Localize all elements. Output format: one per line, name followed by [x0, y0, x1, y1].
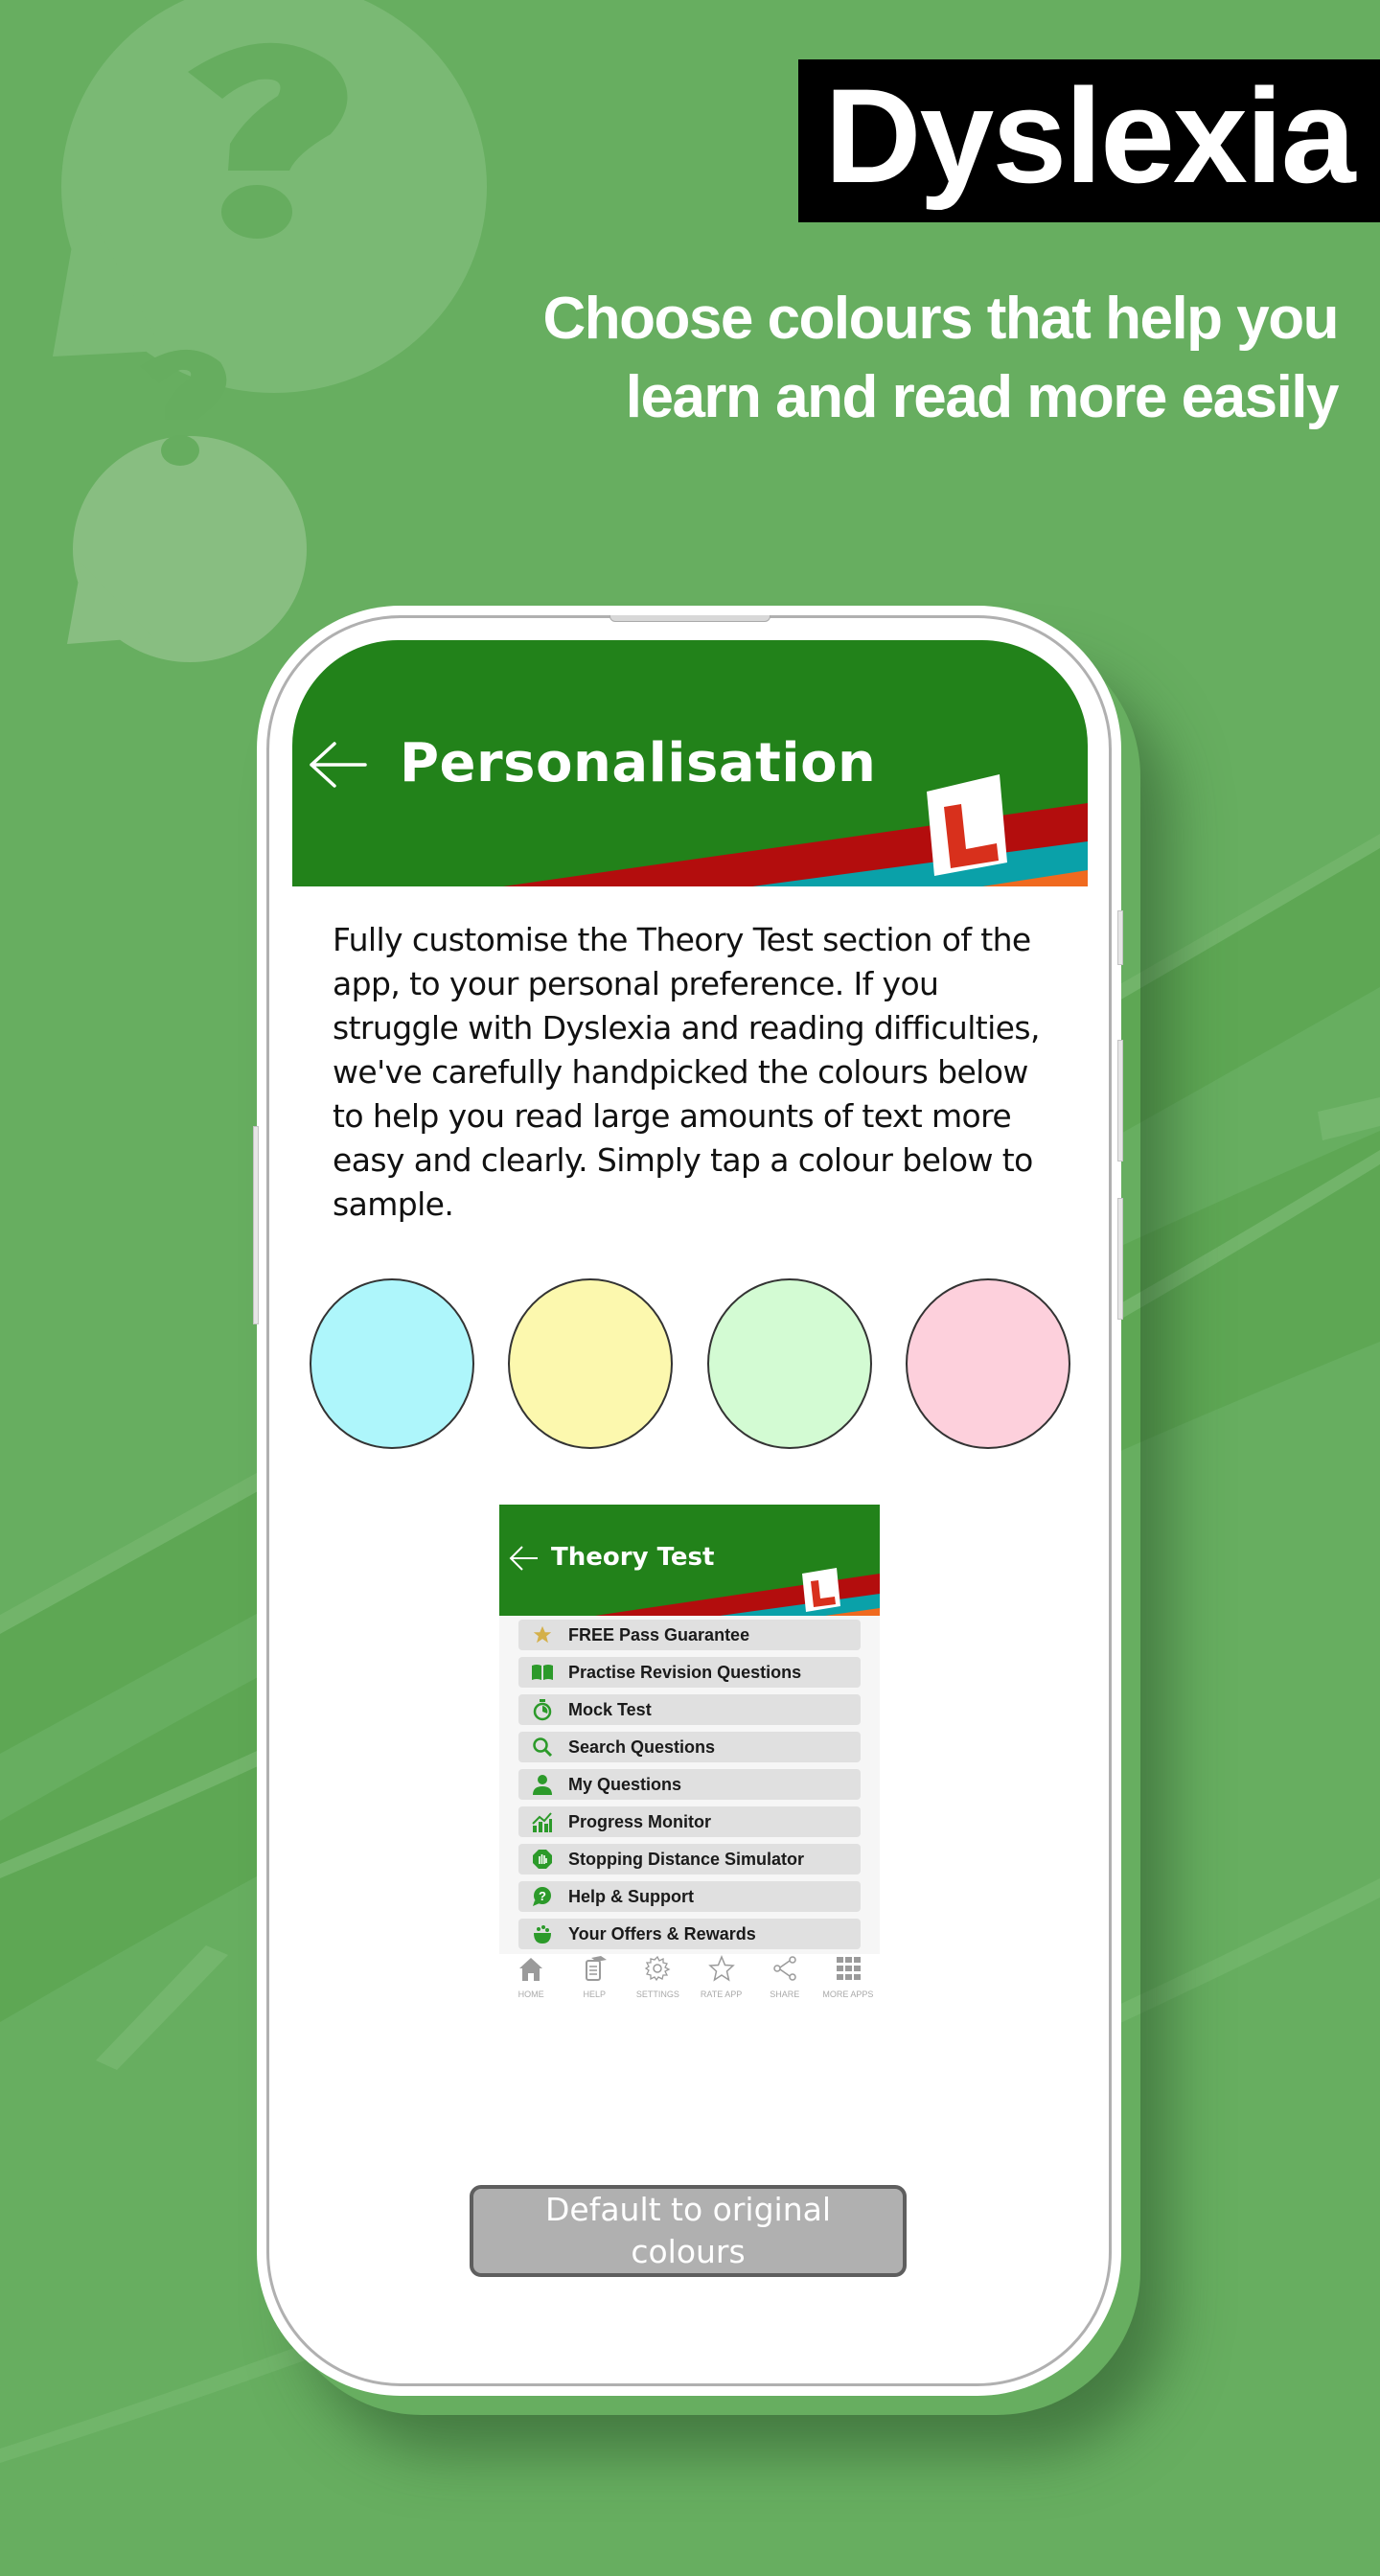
preview-tab-label: HELP — [583, 1990, 606, 1999]
swatch-blue[interactable] — [310, 1278, 474, 1449]
preview-tab-label: SHARE — [770, 1990, 800, 1999]
promo-subtitle-line-1: Choose colours that help you — [542, 286, 1339, 352]
l-plate-icon — [927, 774, 1007, 876]
stopwatch-icon — [528, 1698, 557, 1721]
preview-title: Theory Test — [551, 1543, 715, 1572]
preview-header: Theory Test — [499, 1505, 880, 1616]
preview-tab-settings[interactable]: SETTINGS — [626, 1954, 689, 2012]
app-header: Personalisation — [292, 640, 1088, 886]
swatch-pink[interactable] — [906, 1278, 1070, 1449]
help-bubble-icon: ? — [528, 1885, 557, 1908]
preview-menu-item-label: FREE Pass Guarantee — [568, 1624, 750, 1644]
preview-tab-label: HOME — [518, 1990, 544, 1999]
preview-menu-item[interactable]: Progress Monitor — [518, 1806, 861, 1837]
preview-menu-item[interactable]: Mock Test — [518, 1694, 861, 1725]
phone-side-button-right-1 — [1117, 910, 1123, 965]
preview-menu-item-label: My Questions — [568, 1774, 682, 1794]
preview-menu-item-label: Mock Test — [568, 1699, 652, 1719]
question-bubble-small-icon — [67, 349, 307, 662]
default-colours-button[interactable]: Default to original colours — [470, 2185, 907, 2277]
swatch-yellow[interactable] — [508, 1278, 673, 1449]
promo-title-box: Dyslexia — [798, 59, 1380, 222]
colour-swatches — [304, 1278, 1080, 1451]
home-icon — [517, 1954, 545, 1988]
preview-menu-item[interactable]: My Questions — [518, 1769, 861, 1800]
hand-stop-icon — [528, 1848, 557, 1871]
preview-menu-item-label: Your Offers & Rewards — [568, 1923, 756, 1944]
page-title: Personalisation — [400, 732, 877, 794]
preview-menu-item-label: Progress Monitor — [568, 1811, 712, 1831]
preview-tab-bar: HOME HELP SETTINGS RATE APP SHARE MORE APPS — [499, 1954, 880, 2012]
gear-icon — [643, 1954, 672, 1988]
search-icon — [528, 1736, 557, 1759]
preview-menu-item-label: Help & Support — [568, 1886, 694, 1906]
description-text: Fully customise the Theory Test section … — [333, 921, 1040, 1223]
user-icon — [528, 1773, 557, 1796]
preview-menu-item[interactable]: Stopping Distance Simulator — [518, 1844, 861, 1874]
promo-subtitle-line-2: learn and read more easily — [625, 364, 1340, 430]
preview-tab-share[interactable]: SHARE — [753, 1954, 816, 2012]
star-outline-icon — [707, 1954, 736, 1988]
preview-menu: FREE Pass Guarantee Practise Revision Que… — [499, 1616, 880, 1954]
preview-menu-item-label: Stopping Distance Simulator — [568, 1849, 805, 1869]
preview-menu-item[interactable]: Search Questions — [518, 1732, 861, 1762]
phone-side-button-right-2 — [1117, 1040, 1123, 1162]
preview-tab-label: SETTINGS — [635, 1990, 679, 1999]
help-doc-icon — [580, 1954, 609, 1988]
back-arrow-icon[interactable] — [306, 736, 369, 794]
pot-of-gold-icon — [528, 1922, 557, 1945]
preview-menu-item[interactable]: Practise Revision Questions — [518, 1657, 861, 1688]
book-icon — [528, 1661, 557, 1684]
preview-tab-home[interactable]: HOME — [499, 1954, 563, 2012]
preview-menu-item[interactable]: FREE Pass Guarantee — [518, 1620, 861, 1650]
app-screen: Personalisation Fully customise the Theo… — [292, 640, 1088, 2356]
svg-text:?: ? — [539, 1889, 546, 1903]
swatch-green[interactable] — [707, 1278, 872, 1449]
preview-menu-item[interactable]: ? Help & Support — [518, 1881, 861, 1912]
preview-menu-item-label: Practise Revision Questions — [568, 1662, 802, 1682]
theme-preview: Theory Test FREE Pass Guarantee Practise … — [499, 1505, 880, 2012]
phone-side-button-left — [253, 1126, 259, 1324]
preview-tab-label: RATE APP — [700, 1990, 743, 1999]
preview-menu-item-label: Search Questions — [568, 1736, 716, 1757]
share-icon — [770, 1954, 799, 1988]
chart-icon — [528, 1810, 557, 1833]
preview-tab-label: MORE APPS — [822, 1990, 874, 1999]
preview-tab-more-apps[interactable]: MORE APPS — [816, 1954, 880, 2012]
preview-tab-help[interactable]: HELP — [563, 1954, 626, 2012]
phone-speaker — [610, 615, 770, 622]
grid-icon — [834, 1954, 862, 1988]
star-icon — [528, 1623, 557, 1646]
promo-title: Dyslexia — [824, 60, 1355, 211]
preview-tab-rate-app[interactable]: RATE APP — [690, 1954, 753, 2012]
promo-subtitle: Choose colours that help you learn and r… — [399, 280, 1340, 437]
preview-menu-item[interactable]: Your Offers & Rewards — [518, 1919, 861, 1949]
preview-back-arrow-icon — [509, 1546, 538, 1571]
phone-side-button-right-3 — [1117, 1198, 1123, 1320]
